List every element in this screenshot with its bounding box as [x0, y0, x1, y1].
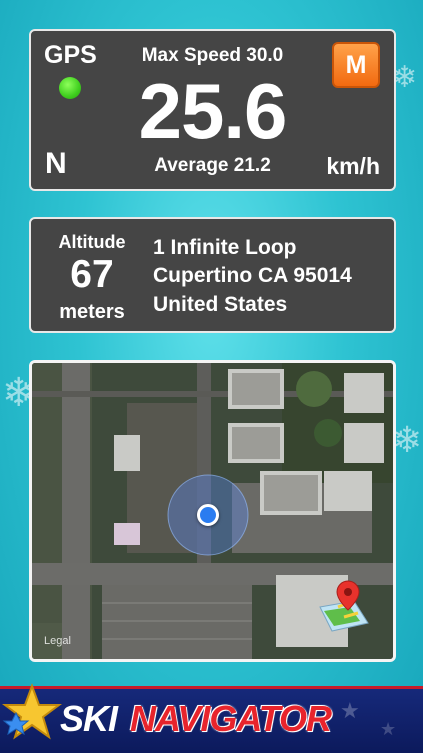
address-line-2: Cupertino CA 95014	[153, 264, 352, 287]
star-decoration-icon: ★	[380, 719, 397, 740]
star-icon	[2, 683, 62, 740]
altitude-unit: meters	[59, 301, 125, 323]
satellite-map[interactable]: Legal	[29, 360, 396, 662]
legal-link[interactable]: Legal	[44, 635, 71, 647]
speed-unit[interactable]: km/h	[326, 153, 380, 180]
altitude-label: Altitude	[58, 232, 126, 252]
speed-panel: GPS N Max Speed 30.0 25.6 Average 21.2 k…	[29, 29, 396, 191]
blue-location-dot-icon	[197, 504, 219, 526]
location-panel: Altitude 67 meters 1 Infinite Loop Cuper…	[29, 217, 396, 333]
logo-text-ski: SKI	[60, 698, 118, 739]
star-decoration-icon: ★	[340, 699, 360, 724]
address-line-1: 1 Infinite Loop	[153, 236, 297, 259]
mode-button[interactable]: M	[332, 42, 380, 88]
snowflake-icon: ❄	[392, 420, 423, 461]
address-line-3: United States	[153, 293, 288, 316]
app-banner: SKI NAVIGATOR ★ ★	[0, 683, 423, 753]
altitude-value: 67	[70, 253, 114, 296]
maps-pin-icon[interactable]	[314, 577, 372, 635]
logo-text-navigator: NAVIGATOR	[130, 698, 332, 739]
